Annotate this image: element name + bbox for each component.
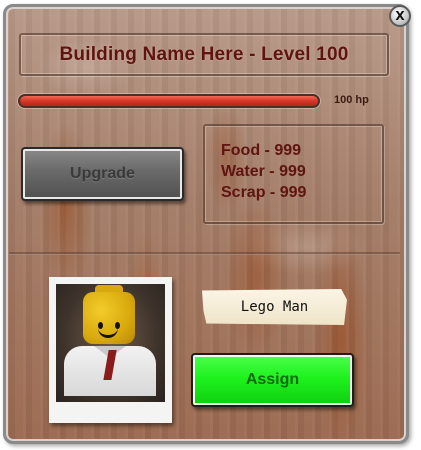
upgrade-button[interactable]: Upgrade [21, 147, 184, 201]
worker-portrait-frame[interactable] [49, 277, 172, 423]
lego-minifigure-portrait [56, 284, 165, 402]
minifigure-smile [98, 328, 118, 338]
resource-food: Food - 999 [221, 142, 302, 159]
worker-name: Lego Man [240, 299, 309, 315]
resource-cost-box: Food - 999 Water - 999 Scrap - 999 [203, 124, 384, 224]
assign-button-label: Assign [245, 371, 300, 388]
resource-scrap: Scrap - 999 [221, 184, 307, 201]
minifigure-head [83, 292, 135, 344]
hp-bar-fill [20, 96, 318, 106]
assign-button[interactable]: Assign [191, 353, 354, 407]
resource-water: Water - 999 [221, 163, 306, 180]
upgrade-button-label: Upgrade [70, 165, 135, 182]
building-title-box: Building Name Here - Level 100 [19, 33, 389, 76]
section-divider [9, 252, 400, 255]
hp-label: 100 hp [334, 94, 369, 106]
close-button[interactable]: X [389, 5, 411, 27]
worker-name-tag: Lego Man [202, 289, 347, 325]
building-title: Building Name Here - Level 100 [59, 43, 349, 65]
hp-bar [18, 94, 320, 108]
close-icon: X [395, 9, 405, 23]
